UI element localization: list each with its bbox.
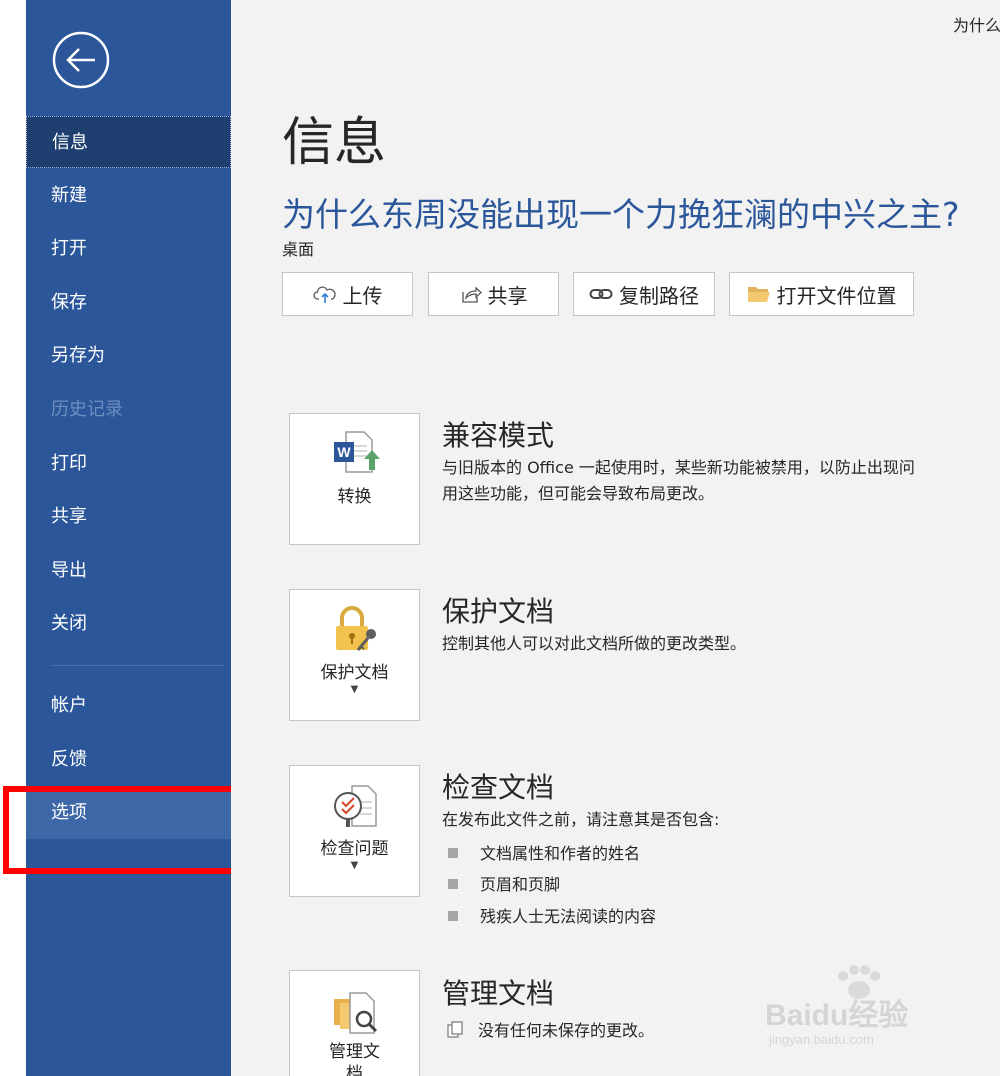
share-icon [461,286,482,303]
convert-label: 转换 [337,487,372,507]
protect-document-desc: 控制其他人可以对此文档所做的更改类型。 [442,634,747,653]
copy-path-button[interactable]: 复制路径 [573,272,715,316]
back-arrow-icon[interactable] [52,31,110,89]
protect-document-button[interactable]: 保护文档 ▼ [289,589,420,721]
bullet-square-icon [448,848,458,858]
sidebar-item-info[interactable]: 信息 [26,116,231,168]
sidebar-item-new[interactable]: 新建 [26,170,231,222]
compat-mode-title: 兼容模式 [442,419,555,452]
list-item: 文档属性和作者的姓名 [448,840,640,864]
upload-label: 上传 [342,283,383,308]
backstage-sidebar: 信息 新建 打开 保存 另存为 历史记录 打印 共享 导出 关闭 帐户 反馈 选… [26,0,231,1076]
protect-document-label: 保护文档 [320,663,389,683]
page-title: 信息 [282,113,387,173]
cloud-upload-icon [312,286,336,303]
sidebar-divider [51,665,224,666]
sidebar-item-save-as[interactable]: 另存为 [26,330,231,382]
protect-document-title: 保护文档 [442,595,555,628]
bullet-square-icon [448,879,458,889]
upload-button[interactable]: 上传 [282,272,413,316]
highlight-annotation-box [3,786,247,874]
document-title: 为什么东周没能出现一个力挽狂澜的中兴之主? [282,195,960,234]
document-pages-icon [447,1021,463,1038]
folder-icon [747,287,770,302]
sidebar-item-history: 历史记录 [51,399,123,420]
manage-document-button[interactable]: 管理文 档 [289,970,420,1076]
open-file-location-button[interactable]: 打开文件位置 [729,272,914,316]
check-for-issues-button[interactable]: 检查问题 ▼ [289,765,420,897]
sidebar-item-close[interactable]: 关闭 [26,598,231,650]
bullet-square-icon [448,911,458,921]
lock-key-icon [336,606,376,651]
sidebar-item-export[interactable]: 导出 [26,545,231,597]
manage-document-icon [334,992,378,1034]
window-title: 为什么 [953,16,1000,35]
inspect-document-title: 检查文档 [442,771,555,804]
watermark-text: Baidu经验 [765,999,909,1032]
manage-document-title: 管理文档 [442,977,555,1010]
sidebar-item-print[interactable]: 打印 [26,438,231,490]
link-icon [589,289,613,299]
inspect-document-desc: 在发布此文件之前，请注意其是否包含: [442,810,720,829]
sidebar-item-feedback[interactable]: 反馈 [26,734,231,786]
manage-document-desc: 没有任何未保存的更改。 [446,1018,654,1044]
open-file-location-label: 打开文件位置 [776,283,897,308]
sidebar-item-account[interactable]: 帐户 [26,680,231,732]
sidebar-item-open[interactable]: 打开 [26,223,231,275]
sidebar-item-save[interactable]: 保存 [26,277,231,329]
info-pane: 为什么 信息 为什么东周没能出现一个力挽狂澜的中兴之主? 桌面 上传 共享 复制… [231,0,1000,1076]
chevron-down-icon: ▼ [350,860,359,871]
convert-button[interactable]: W 转换 [289,413,420,545]
document-location: 桌面 [282,240,315,259]
watermark-url: jingyan.baidu.com [769,1032,874,1047]
copy-path-label: 复制路径 [619,283,699,308]
list-item: 残疾人士无法阅读的内容 [448,903,656,927]
manage-document-label: 管理文 档 [329,1042,380,1076]
baidu-watermark: Baidu经验 jingyan.baidu.com [765,962,950,1057]
share-button[interactable]: 共享 [428,272,559,316]
share-label: 共享 [487,283,528,308]
word-convert-icon: W [334,431,380,473]
chevron-down-icon: ▼ [350,684,359,695]
compat-mode-desc-line2: 用这些功能，但可能会导致布局更改。 [442,484,715,503]
sidebar-item-share[interactable]: 共享 [26,491,231,543]
check-for-issues-label: 检查问题 [320,839,389,859]
svg-text:W: W [337,444,351,460]
inspect-document-icon [334,785,377,827]
list-item: 页眉和页脚 [448,871,560,895]
compat-mode-desc-line1: 与旧版本的 Office 一起使用时，某些新功能被禁用，以防止出现问 [442,458,915,477]
